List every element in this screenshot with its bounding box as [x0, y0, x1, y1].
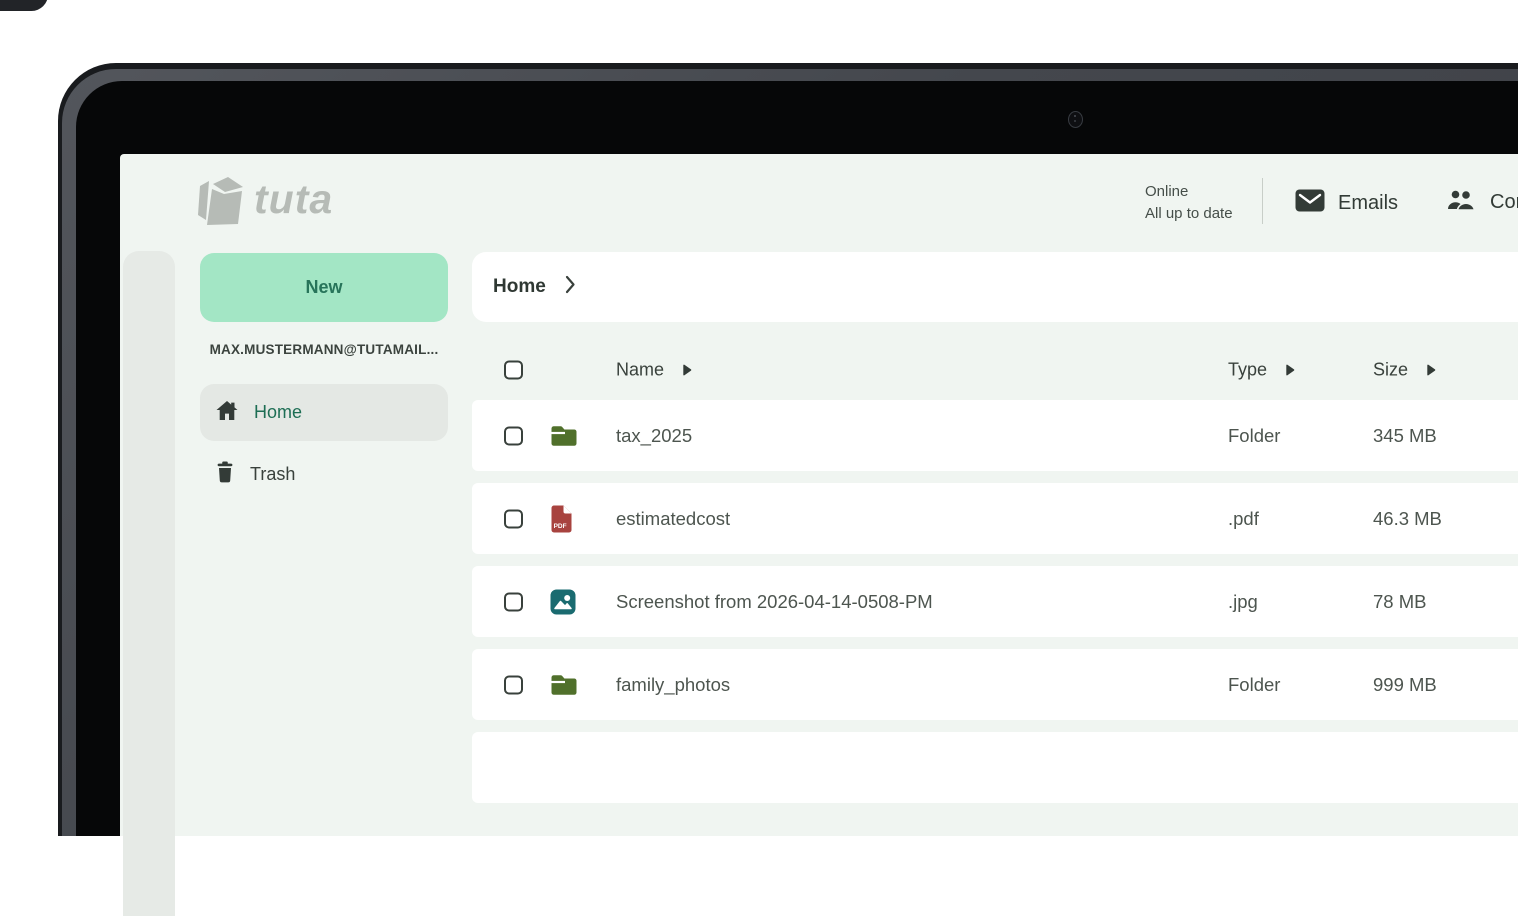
image-icon: [550, 589, 576, 614]
nav-emails[interactable]: Emails: [1295, 189, 1398, 217]
column-header-type-label: Type: [1228, 359, 1268, 380]
breadcrumb: Home: [472, 252, 1518, 322]
file-type-icon: PDF: [550, 505, 573, 533]
account-label: MAX.MUSTERMANN@TUTAMAIL...: [209, 342, 439, 357]
breadcrumb-home[interactable]: Home: [493, 276, 546, 298]
file-row[interactable]: PDF estimatedcost .pdf 46.3 MB: [472, 483, 1518, 554]
folder-icon: [551, 674, 577, 695]
sidebar-item-home[interactable]: Home: [200, 384, 448, 441]
sort-arrow-icon: [1286, 364, 1295, 376]
sidebar-item-home-label: Home: [254, 402, 303, 422]
folder-icon: [551, 425, 577, 446]
row-checkbox[interactable]: [504, 592, 523, 611]
file-size: 78 MB: [1373, 590, 1427, 612]
column-header-size[interactable]: Size: [1373, 360, 1436, 381]
sort-arrow-icon: [683, 364, 692, 376]
table-header: Name Type Size: [472, 346, 1518, 394]
row-checkbox[interactable]: [504, 509, 523, 528]
file-type: Folder: [1228, 673, 1281, 695]
file-type-icon: PDF: [550, 424, 578, 447]
nav-contacts[interactable]: Contacts: [1446, 189, 1518, 216]
sort-arrow-icon: [1427, 364, 1436, 376]
webcam-icon: [1068, 111, 1083, 128]
column-header-name[interactable]: Name: [616, 360, 692, 381]
sidebar-item-trash[interactable]: Trash: [200, 450, 448, 498]
file-row[interactable]: PDF tax_2025 Folder 345 MB: [472, 400, 1518, 471]
nav-emails-label: Emails: [1338, 191, 1399, 214]
phone-corner-frame: [0, 0, 48, 11]
envelope-icon: [1295, 189, 1325, 217]
header-divider: [1262, 178, 1263, 224]
file-type-icon: PDF: [550, 673, 578, 696]
file-type: .pdf: [1228, 507, 1259, 529]
column-header-name-label: Name: [616, 359, 665, 380]
file-size: 345 MB: [1373, 424, 1437, 446]
file-name: estimatedcost: [616, 507, 731, 529]
app-window: tuta Online All up to date Emails Co New…: [120, 154, 1518, 916]
trash-icon: [215, 461, 235, 488]
file-name: family_photos: [616, 673, 731, 695]
column-header-size-label: Size: [1373, 359, 1409, 380]
tuta-cube-icon: [194, 174, 244, 231]
tuta-logo: tuta: [194, 174, 333, 231]
connection-status: Online All up to date: [1145, 181, 1233, 225]
file-type-icon: PDF: [550, 589, 576, 615]
home-icon: [215, 399, 239, 427]
file-name: tax_2025: [616, 424, 693, 446]
row-checkbox[interactable]: [504, 675, 523, 694]
select-all-checkbox[interactable]: [504, 360, 523, 380]
pdf-icon: PDF: [551, 505, 572, 532]
file-type: Folder: [1228, 424, 1281, 446]
file-rows: PDF tax_2025 Folder 345 MB PDF: [472, 400, 1518, 803]
file-row[interactable]: PDF Screenshot from 2026-04-14-0508-PM .…: [472, 566, 1518, 637]
file-size: 46.3 MB: [1373, 507, 1442, 529]
status-sync: All up to date: [1145, 205, 1233, 222]
chevron-right-icon: [565, 275, 576, 299]
column-header-type[interactable]: Type: [1228, 360, 1295, 381]
people-icon: [1446, 189, 1477, 216]
svg-text:PDF: PDF: [554, 523, 567, 530]
sidebar-item-trash-label: Trash: [250, 463, 296, 484]
nav-contacts-label: Contacts: [1490, 191, 1518, 213]
row-checkbox[interactable]: [504, 426, 523, 445]
file-row-partial[interactable]: [472, 732, 1518, 803]
new-button[interactable]: New: [200, 253, 448, 322]
drawer-strip: [123, 251, 175, 916]
file-row[interactable]: PDF family_photos Folder 999 MB: [472, 649, 1518, 720]
file-size: 999 MB: [1373, 673, 1437, 695]
file-name: Screenshot from 2026-04-14-0508-PM: [616, 590, 933, 612]
status-online: Online: [1145, 183, 1189, 200]
logo-wordmark: tuta: [254, 176, 334, 222]
file-type: .jpg: [1228, 590, 1258, 612]
